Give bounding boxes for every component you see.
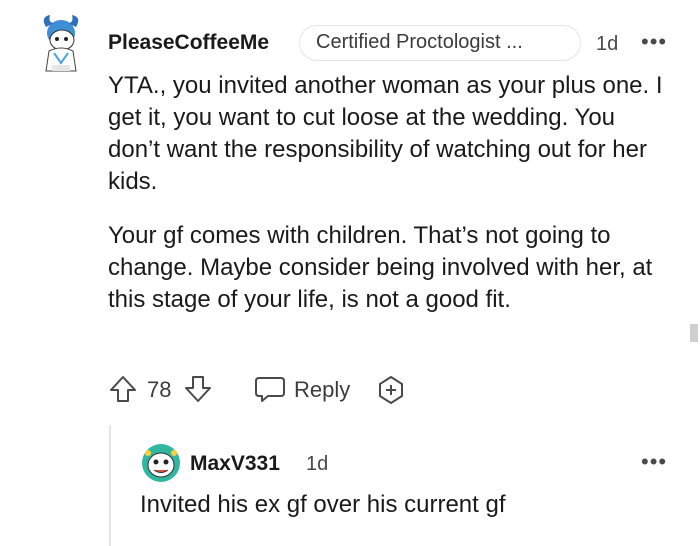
snoo-avatar-icon [142,444,180,482]
reply-username[interactable]: MaxV331 [190,452,280,476]
reply-bubble-icon [255,377,285,402]
reply-more-options-icon[interactable]: ••• [641,449,667,475]
downvote-icon[interactable] [183,374,213,404]
scrollbar-thumb[interactable] [690,324,698,342]
snoo-avatar-icon [43,15,79,72]
award-icon[interactable] [375,374,407,406]
reply-label: Reply [294,377,351,402]
user-flair: Certified Proctologist ... [299,25,581,61]
reply-user-avatar[interactable] [140,443,182,483]
reply-button[interactable]: Reply [254,374,354,404]
comment-paragraph: YTA., you invited another woman as your … [108,72,663,195]
thread-line[interactable] [109,425,111,546]
comment-timestamp: 1d [596,33,619,55]
user-avatar[interactable] [36,13,86,75]
comment-more-options-icon[interactable]: ••• [641,29,667,55]
reply-body: Invited his ex gf over his current gf [140,491,506,518]
upvote-icon[interactable] [108,374,138,404]
comment-paragraph: Your gf comes with children. That’s not … [108,222,653,313]
comment-username[interactable]: PleaseCoffeeMe [108,31,269,55]
vote-count: 78 [147,377,172,402]
reply-timestamp: 1d [306,453,329,475]
